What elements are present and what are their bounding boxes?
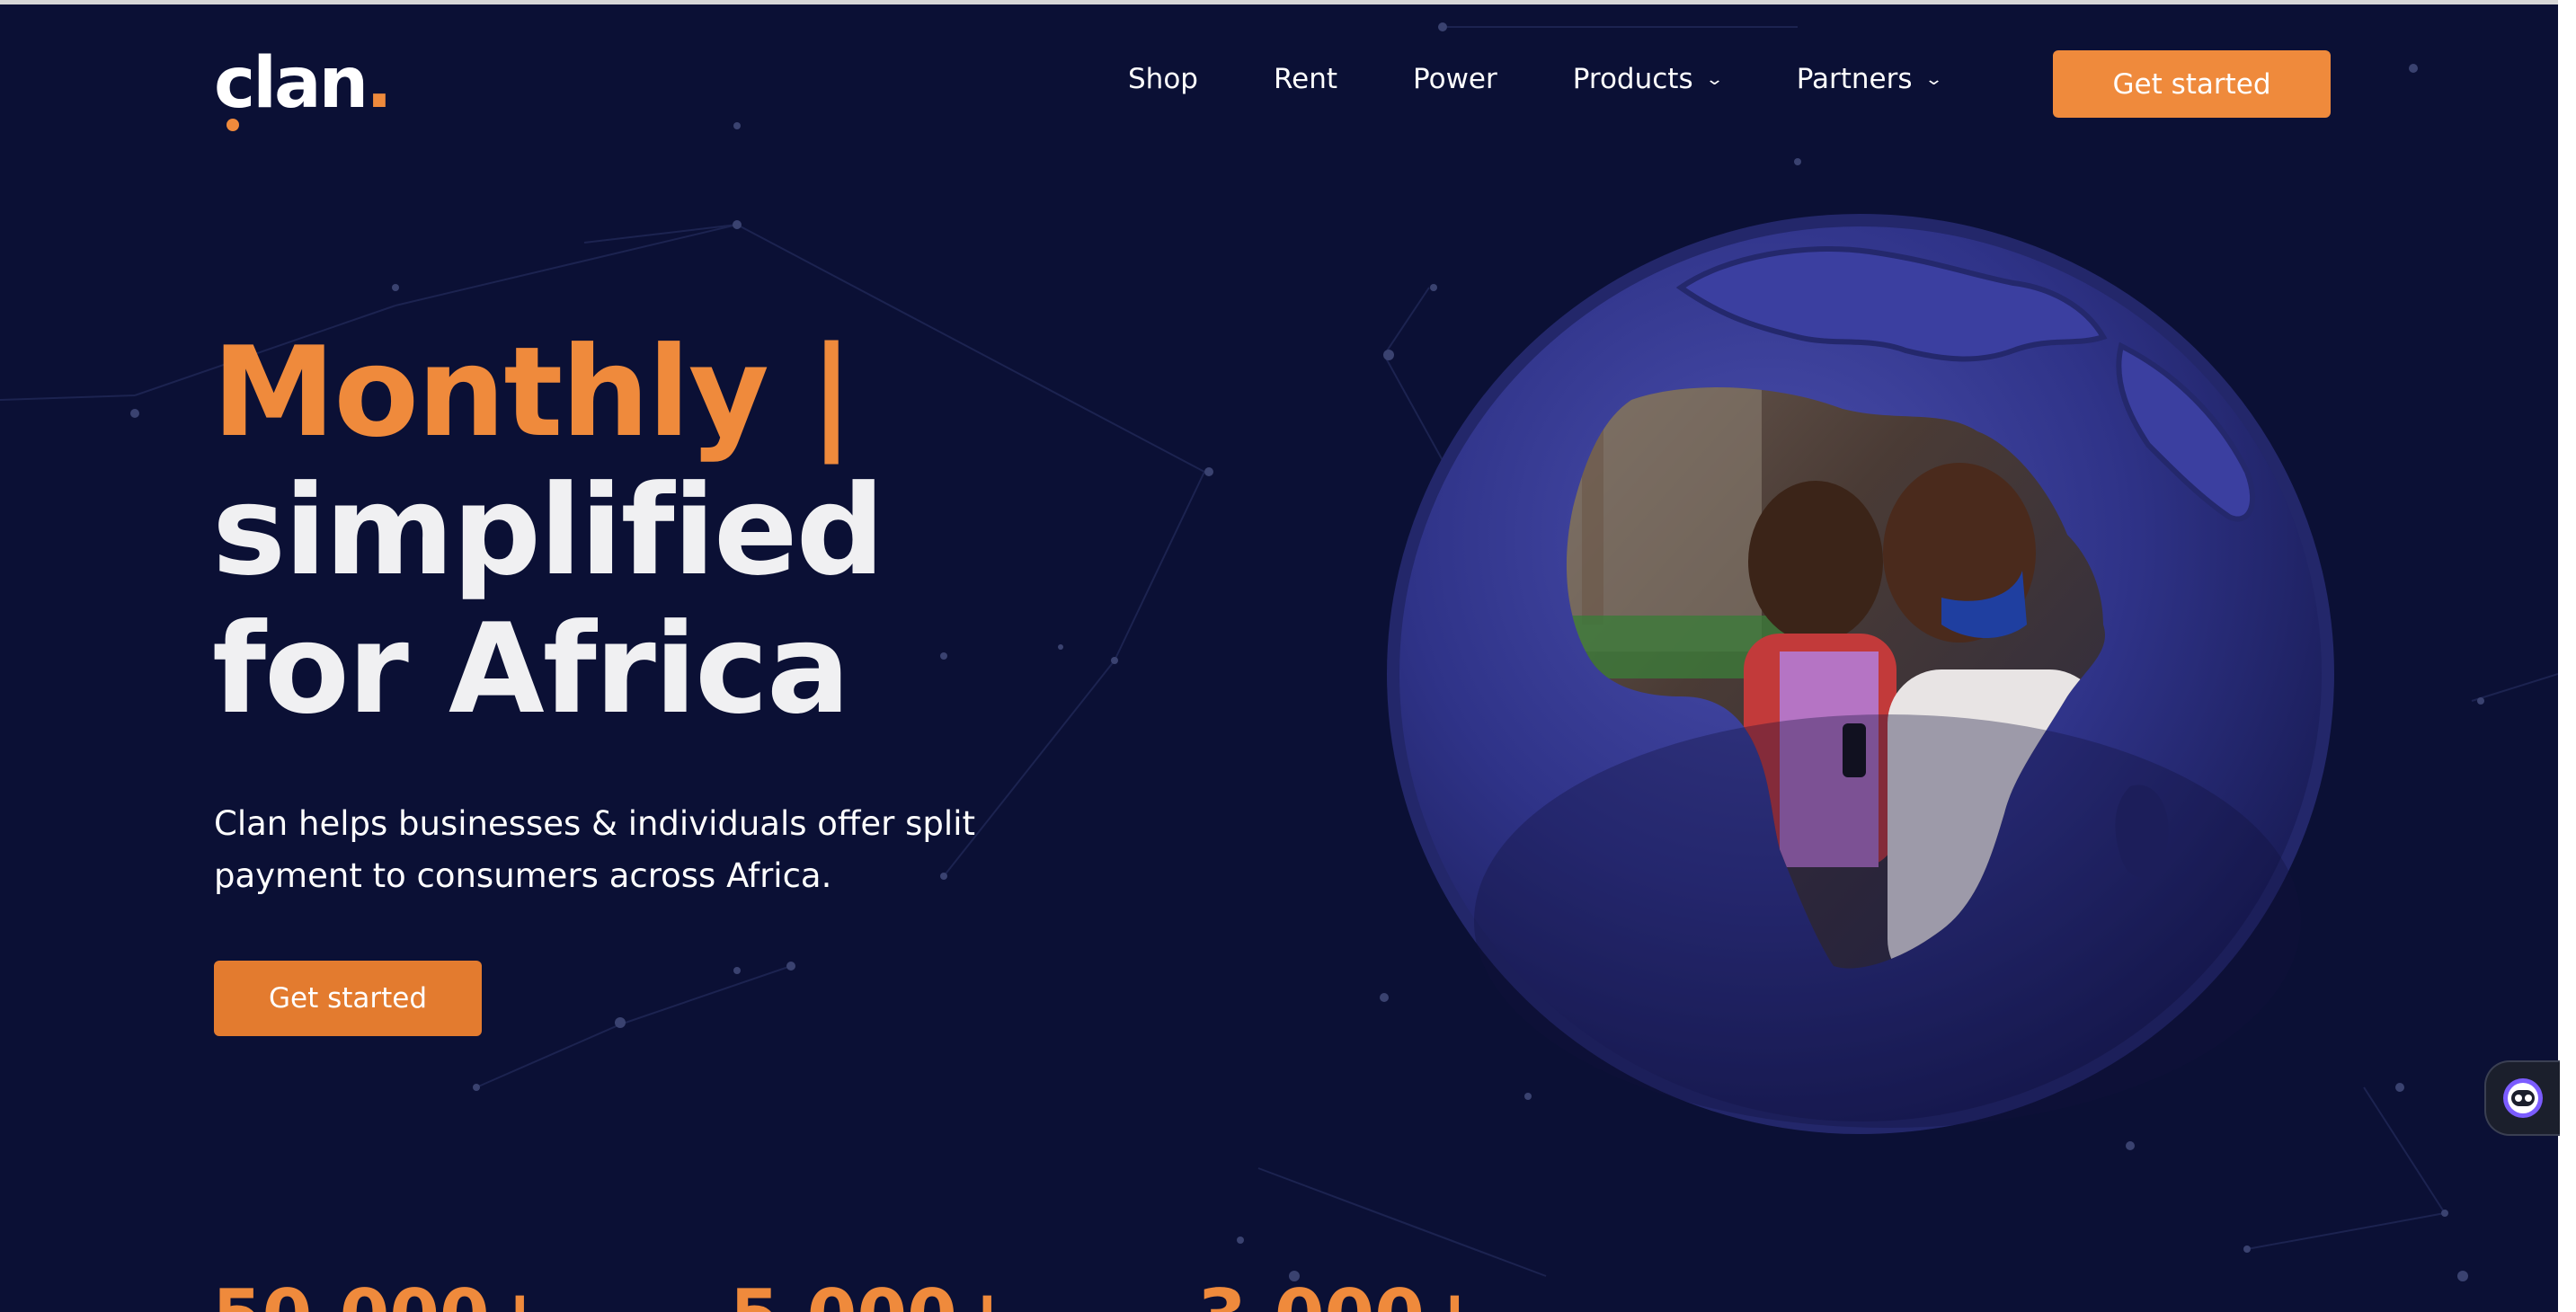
chat-widget-button[interactable]	[2484, 1060, 2560, 1136]
clan-logo[interactable]: clan.	[214, 43, 393, 131]
stats-row: 50,000+ 5,000+ 3,000+	[212, 1274, 1665, 1312]
stat-value: 3,000+	[1197, 1274, 1485, 1312]
hero-subtitle: Clan helps businesses & individuals offe…	[214, 804, 975, 895]
chatbot-face-icon	[2503, 1078, 2543, 1118]
stat-value: 50,000+	[212, 1274, 550, 1312]
chevron-down-icon: ⌄	[1923, 69, 1943, 89]
nav-item-label: Rent	[1273, 63, 1338, 95]
nav-item-power[interactable]: Power	[1413, 63, 1497, 95]
globe-with-people-photo	[1387, 214, 2334, 1134]
hero-title-accent: Monthly |	[212, 320, 854, 465]
header-get-started-button[interactable]: Get started	[2053, 50, 2331, 118]
main-nav: Shop Rent Power Products ⌄ Partners ⌄	[1128, 63, 2016, 95]
nav-item-products[interactable]: Products ⌄	[1572, 63, 1724, 95]
logo-wordmark: clan	[214, 43, 369, 131]
nav-item-label: Products	[1572, 63, 1693, 95]
hero-title-line: for Africa	[212, 597, 850, 741]
nav-item-partners[interactable]: Partners ⌄	[1796, 63, 1943, 95]
nav-item-shop[interactable]: Shop	[1128, 63, 1198, 95]
nav-item-label: Shop	[1128, 63, 1198, 95]
hero-title-line: simplified	[212, 458, 884, 603]
hero-get-started-button[interactable]: Get started	[214, 961, 482, 1036]
browser-top-edge	[0, 0, 2576, 4]
nav-item-rent[interactable]: Rent	[1274, 63, 1337, 95]
logo-dot: .	[366, 43, 393, 124]
landing-page: clan. Shop Rent Power Products ⌄ Partners…	[0, 0, 2576, 1312]
hero-title: Monthly | simplified for Africa	[212, 320, 884, 741]
chevron-down-icon: ⌄	[1704, 69, 1724, 89]
globe-illustration	[1384, 202, 2337, 1137]
nav-item-label: Partners	[1796, 63, 1913, 95]
nav-item-label: Power	[1413, 63, 1497, 95]
stat-value: 5,000+	[730, 1274, 1017, 1312]
right-page-gutter	[2558, 0, 2576, 1312]
